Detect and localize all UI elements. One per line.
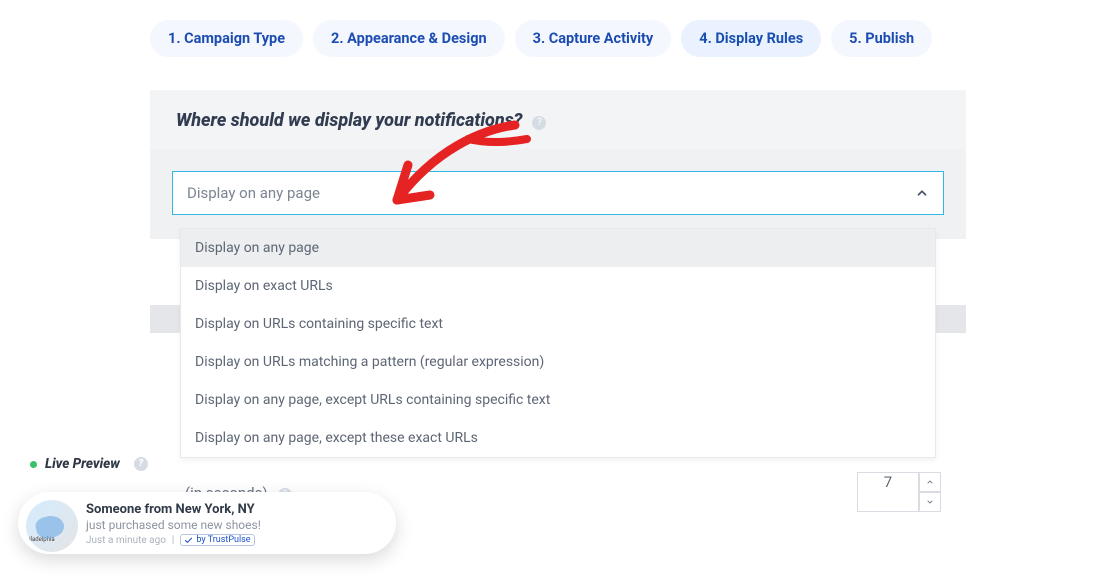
delay-input[interactable]: 7 <box>857 472 919 512</box>
tab-publish[interactable]: 5. Publish <box>831 20 932 57</box>
spinner-up-icon[interactable] <box>919 472 941 492</box>
option-any-page[interactable]: Display on any page <box>181 229 935 267</box>
option-except-exact[interactable]: Display on any page, except these exact … <box>181 419 935 457</box>
chevron-up-icon <box>915 186 929 200</box>
section-header: Where should we display your notificatio… <box>150 90 966 149</box>
option-url-regex[interactable]: Display on URLs matching a pattern (regu… <box>181 343 935 381</box>
tab-label: 5. Publish <box>849 30 914 47</box>
live-preview-header: Live Preview ? <box>30 456 148 472</box>
wizard-tabs: 1. Campaign Type 2. Appearance & Design … <box>150 20 996 57</box>
tab-label: 3. Capture Activity <box>533 30 654 47</box>
bubble-footer: Just a minute ago | by TrustPulse <box>86 534 378 546</box>
bubble-title: Someone from New York, NY <box>86 502 378 517</box>
tab-capture-activity[interactable]: 3. Capture Activity <box>515 20 672 57</box>
display-rules-panel: Where should we display your notificatio… <box>150 90 966 239</box>
section-body: Display on any page <box>150 149 966 239</box>
help-icon[interactable]: ? <box>532 116 546 130</box>
help-icon[interactable]: ? <box>134 457 148 471</box>
option-exact-urls[interactable]: Display on exact URLs <box>181 267 935 305</box>
section-title: Where should we display your notificatio… <box>176 110 522 131</box>
display-select-value: Display on any page <box>187 184 320 202</box>
spinner-down-icon[interactable] <box>919 492 941 512</box>
option-url-contains[interactable]: Display on URLs containing specific text <box>181 305 935 343</box>
tab-appearance[interactable]: 2. Appearance & Design <box>313 20 505 57</box>
delay-input-group: 7 <box>857 472 941 512</box>
brand-text: by TrustPulse <box>196 535 250 545</box>
delay-spinner <box>919 472 941 512</box>
tab-campaign-type[interactable]: 1. Campaign Type <box>150 20 303 57</box>
bubble-subtitle: just purchased some new shoes! <box>86 518 378 532</box>
tab-display-rules[interactable]: 4. Display Rules <box>681 20 821 57</box>
map-thumbnail-icon <box>26 500 78 552</box>
brand-badge[interactable]: by TrustPulse <box>180 534 254 546</box>
live-dot-icon <box>30 461 37 468</box>
bubble-timestamp: Just a minute ago <box>86 535 166 546</box>
live-preview-label-text: Live Preview <box>45 456 120 472</box>
option-except-contains[interactable]: Display on any page, except URLs contain… <box>181 381 935 419</box>
display-select-options: Display on any page Display on exact URL… <box>180 228 936 458</box>
tab-label: 1. Campaign Type <box>168 30 285 47</box>
tab-label: 2. Appearance & Design <box>331 30 487 47</box>
live-preview-bubble: Someone from New York, NY just purchased… <box>18 492 396 554</box>
display-select[interactable]: Display on any page <box>172 171 944 215</box>
tab-label: 4. Display Rules <box>699 30 803 47</box>
